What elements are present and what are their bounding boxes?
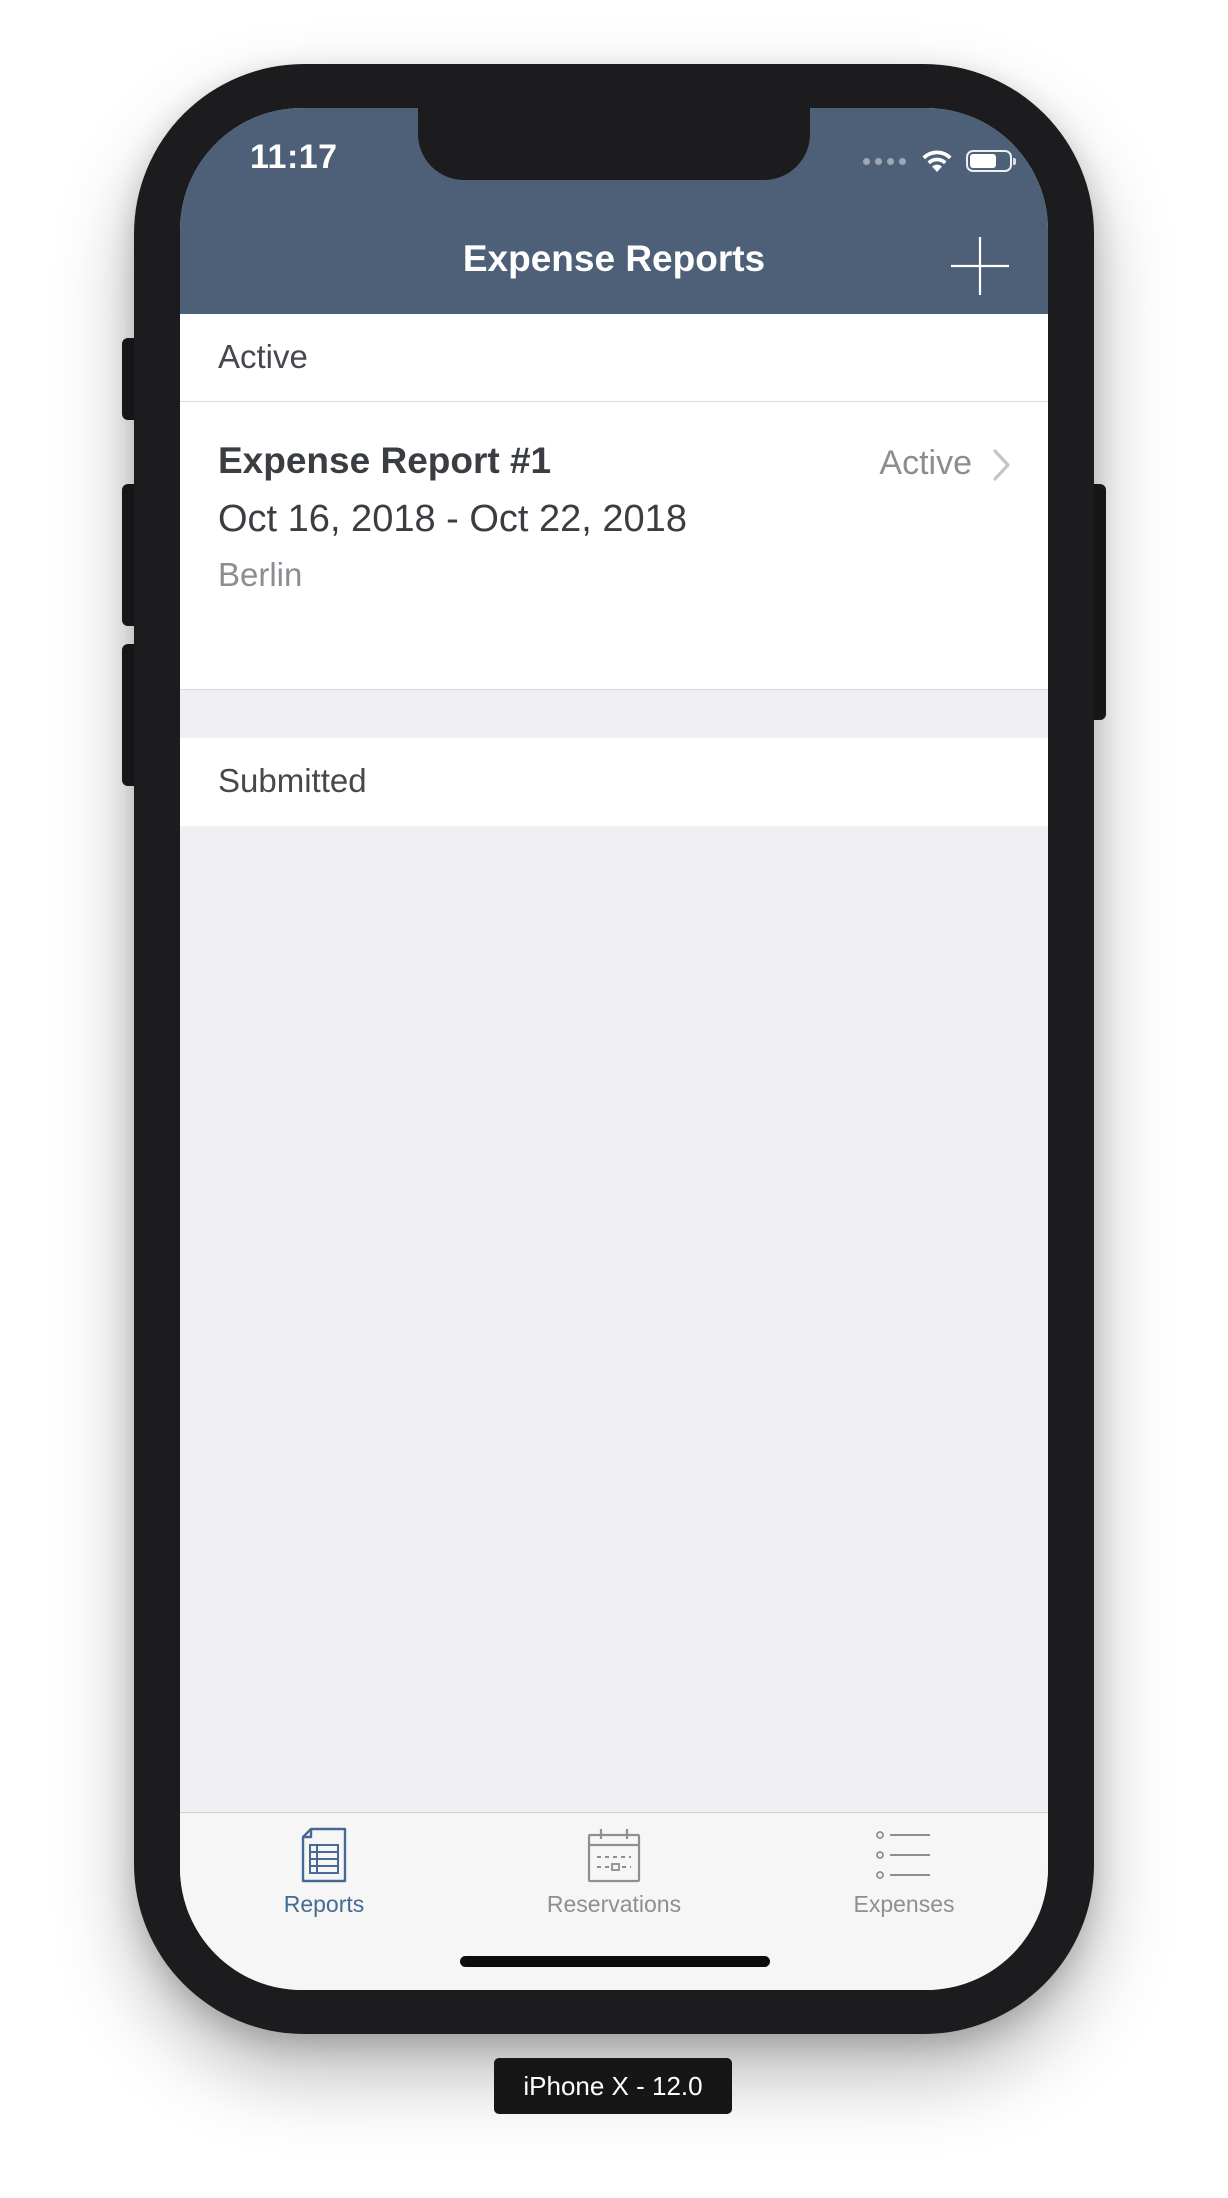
notch — [418, 108, 810, 180]
status-time: 11:17 — [250, 138, 338, 176]
battery-icon — [966, 150, 1016, 172]
calendar-icon — [587, 1829, 641, 1883]
chevron-right-icon — [993, 449, 1010, 481]
list-icon — [876, 1831, 930, 1879]
tab-label: Expenses — [853, 1891, 955, 1917]
report-date-range: Oct 16, 2018 - Oct 22, 2018 — [218, 498, 687, 540]
wifi-icon — [922, 150, 952, 172]
report-title: Expense Report #1 — [218, 440, 552, 481]
section-header-label: Submitted — [218, 762, 367, 799]
tab-label: Reservations — [546, 1891, 682, 1917]
status-icons — [863, 146, 1016, 176]
plus-icon — [951, 237, 1009, 295]
signal-dots-icon — [863, 157, 906, 165]
report-status: Active — [879, 444, 972, 482]
page-title: Expense Reports — [462, 238, 766, 279]
report-location: Berlin — [218, 556, 303, 593]
tab-label: Reports — [283, 1891, 365, 1917]
section-header-label: Active — [218, 338, 308, 375]
tab-reports[interactable]: Reports — [194, 1827, 454, 1937]
expense-report-row[interactable]: Expense Report #1 Oct 16, 2018 - Oct 22,… — [180, 402, 1048, 690]
tab-reservations[interactable]: Reservations — [484, 1827, 744, 1937]
section-header-submitted: Submitted — [180, 738, 1048, 826]
tab-expenses[interactable]: Expenses — [774, 1827, 1034, 1937]
report-document-icon — [301, 1827, 347, 1883]
section-header-active: Active — [180, 314, 1048, 402]
device-screen: 11:17 Expense Reports Active Expense Rep… — [180, 108, 1048, 1990]
device-label: iPhone X - 12.0 — [494, 2058, 732, 2114]
simulator-stage: 11:17 Expense Reports Active Expense Rep… — [0, 0, 1228, 2198]
add-report-button[interactable] — [948, 234, 1012, 298]
device-frame: 11:17 Expense Reports Active Expense Rep… — [134, 64, 1094, 2034]
home-indicator[interactable] — [460, 1956, 770, 1967]
